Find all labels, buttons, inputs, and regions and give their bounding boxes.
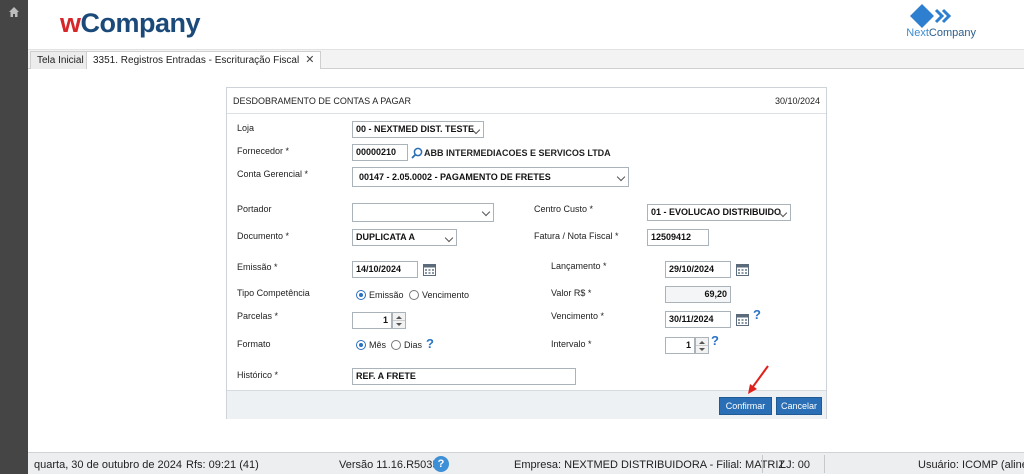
tab-bar: Tela Inicial 3351. Registros Entradas - … <box>28 50 1024 69</box>
radio-dias-label: Dias <box>404 340 423 350</box>
status-bar: quarta, 30 de outubro de 2024 Rfs: 09:21… <box>28 452 1024 474</box>
intervalo-label: Intervalo * <box>551 339 592 349</box>
vencimento-input[interactable]: 30/11/2024 <box>665 311 731 328</box>
status-company: Empresa: NEXTMED DISTRIBUIDORA - Filial:… <box>514 459 786 471</box>
panel-footer: Confirmar Cancelar <box>227 390 826 419</box>
valor-label: Valor R$ * <box>551 288 592 298</box>
radio-mes[interactable] <box>356 340 366 350</box>
panel-date: 30/10/2024 <box>774 96 820 106</box>
lancamento-input[interactable]: 29/10/2024 <box>665 261 731 278</box>
fatura-input[interactable]: 12509412 <box>647 229 709 246</box>
confirmar-button[interactable]: Confirmar <box>719 397 772 415</box>
fornecedor-name: ABB INTERMEDIACOES E SERVICOS LTDA <box>424 148 611 158</box>
radio-vencimento[interactable] <box>409 290 419 300</box>
radio-emissao-label: Emissão <box>369 290 404 300</box>
valor-input[interactable]: 69,20 <box>665 286 731 303</box>
radio-vencimento-label: Vencimento <box>422 290 470 300</box>
wcompany-logo: wCompany <box>60 8 201 38</box>
parcelas-stepper[interactable] <box>392 312 406 329</box>
emissao-input[interactable]: 14/10/2024 <box>352 261 418 278</box>
app-header: wCompany NextCompany <box>28 0 1024 50</box>
status-separator <box>762 455 763 473</box>
historico-label: Histórico * <box>237 370 279 380</box>
radio-dias[interactable] <box>391 340 401 350</box>
panel-header: DESDOBRAMENTO DE CONTAS A PAGAR 30/10/20… <box>227 88 826 114</box>
loja-select[interactable]: 00 - NEXTMED DIST. TESTE <box>352 121 484 138</box>
desdobramento-panel: DESDOBRAMENTO DE CONTAS A PAGAR 30/10/20… <box>226 87 827 419</box>
tab-tela-inicial[interactable]: Tela Inicial <box>30 51 91 69</box>
red-arrow-annotation-icon <box>748 365 769 394</box>
help-icon[interactable]: ? <box>753 308 764 322</box>
conta-gerencial-select[interactable]: 00147 - 2.05.0002 - PAGAMENTO DE FRETES <box>352 167 629 187</box>
emissao-label: Emissão * <box>237 262 278 272</box>
chevron-down-icon <box>616 172 626 182</box>
status-rfs: Rfs: 09:21 (41) <box>186 459 259 471</box>
calendar-icon[interactable] <box>736 263 749 276</box>
status-user: Usuário: ICOMP (aline) <box>918 459 1024 471</box>
arrow-down-icon[interactable] <box>699 348 705 351</box>
chevron-down-icon <box>444 233 454 243</box>
fornecedor-code-input[interactable]: 00000210 <box>352 144 408 161</box>
radio-mes-label: Mês <box>369 340 387 350</box>
cancelar-button[interactable]: Cancelar <box>776 397 822 415</box>
radio-emissao[interactable] <box>356 290 366 300</box>
documento-label: Documento * <box>237 231 290 241</box>
centro-custo-label: Centro Custo * <box>534 204 594 214</box>
documento-select[interactable]: DUPLICATA A <box>352 229 457 246</box>
status-lj: LJ: 00 <box>780 459 810 471</box>
arrow-up-icon[interactable] <box>699 341 705 344</box>
chevron-down-icon <box>481 207 491 217</box>
intervalo-stepper[interactable] <box>695 337 709 354</box>
arrow-up-icon[interactable] <box>396 316 402 319</box>
left-sidebar <box>0 0 28 474</box>
tab-registros-entradas[interactable]: 3351. Registros Entradas - Escrituração … <box>86 51 322 69</box>
formato-label: Formato <box>237 339 271 349</box>
calendar-icon[interactable] <box>736 313 749 326</box>
portador-label: Portador <box>237 204 272 214</box>
intervalo-input[interactable]: 1 <box>665 337 695 354</box>
conta-gerencial-label: Conta Gerencial * <box>237 169 309 179</box>
panel-title: DESDOBRAMENTO DE CONTAS A PAGAR <box>233 96 412 106</box>
close-tab-icon[interactable]: ✕ <box>305 52 314 69</box>
search-icon[interactable] <box>411 147 423 159</box>
calendar-icon[interactable] <box>423 263 436 276</box>
parcelas-label: Parcelas * <box>237 311 279 321</box>
arrow-down-icon[interactable] <box>396 323 402 326</box>
status-date: quarta, 30 de outubro de 2024 <box>34 459 183 471</box>
parcelas-input[interactable]: 1 <box>352 312 392 329</box>
portador-select[interactable] <box>352 203 494 222</box>
lancamento-label: Lançamento * <box>551 261 607 271</box>
help-icon[interactable]: ? <box>433 456 449 472</box>
centro-custo-select[interactable]: 01 - EVOLUCAO DISTRIBUIDO <box>647 204 791 221</box>
tipo-competencia-label: Tipo Competência <box>237 288 310 298</box>
fornecedor-label: Fornecedor * <box>237 146 290 156</box>
vencimento-label: Vencimento * <box>551 311 605 321</box>
historico-input[interactable]: REF. A FRETE <box>352 368 576 385</box>
nextcompany-logo-text: NextCompany <box>906 27 976 39</box>
loja-label: Loja <box>237 123 255 133</box>
fatura-label: Fatura / Nota Fiscal * <box>534 231 619 241</box>
status-version: Versão 11.16.R5035 <box>339 459 439 471</box>
help-icon[interactable]: ? <box>426 337 437 351</box>
status-separator <box>824 455 825 473</box>
help-icon[interactable]: ? <box>711 334 722 348</box>
home-icon[interactable] <box>8 6 20 18</box>
